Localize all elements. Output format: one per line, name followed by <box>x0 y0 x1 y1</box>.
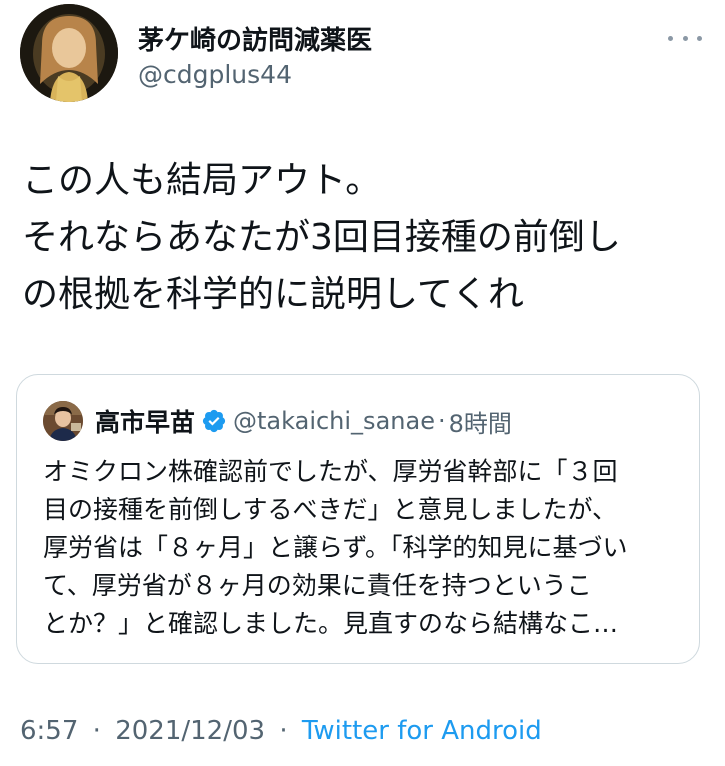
tweet-date[interactable]: 2021/12/03 <box>115 716 265 746</box>
tweet-meta: 6:57 · 2021/12/03 · Twitter for Android <box>20 716 542 746</box>
more-dot <box>682 35 688 41</box>
quoted-header: 高市早苗 @takaichi_sanae · 8時間 <box>95 404 512 438</box>
quoted-avatar-icon[interactable] <box>43 401 83 441</box>
quoted-line: 厚労省は「８ヶ月」と譲らず。「科学的知見に基づい <box>43 533 628 562</box>
more-dot <box>668 35 673 41</box>
quoted-line: て、厚労省が８ヶ月の効果に責任を持つというこ <box>43 571 592 600</box>
verified-badge-icon <box>202 409 226 433</box>
profile-avatar-icon[interactable] <box>20 4 118 102</box>
quoted-author-name[interactable]: 高市早苗 <box>95 403 195 439</box>
more-options-icon[interactable] <box>668 28 702 48</box>
quoted-timestamp[interactable]: 8時間 <box>449 404 512 439</box>
meta-separator: · <box>92 716 101 746</box>
quoted-body: オミクロン株確認前でしたが、厚労省幹部に「３回 目の接種を前倒しするべきだ」と意… <box>43 453 683 643</box>
tweet-card: 茅ケ崎の訪問減薬医 @cdgplus44 この人も結局アウト。 それならあなたが… <box>0 0 725 766</box>
quoted-author-handle[interactable]: @takaichi_sanae <box>233 407 435 435</box>
tweet-line: この人も結局アウト。 <box>22 160 382 201</box>
tweet-time[interactable]: 6:57 <box>20 716 78 746</box>
tweet-line: の根拠を科学的に説明してくれ <box>22 274 524 315</box>
quoted-line: オミクロン株確認前でしたが、厚労省幹部に「３回 <box>43 457 618 486</box>
quoted-line: 目の接種を前倒しするべきだ」と意見しましたが、 <box>43 495 618 524</box>
tweet-line: それならあなたが3回目接種の前倒し <box>22 217 621 258</box>
quoted-tweet[interactable]: 高市早苗 @takaichi_sanae · 8時間 オミクロン株確認前でしたが… <box>16 374 700 664</box>
author-handle[interactable]: @cdgplus44 <box>138 60 292 89</box>
meta-separator: · <box>279 716 288 746</box>
author-name[interactable]: 茅ケ崎の訪問減薬医 <box>138 20 372 57</box>
quoted-line: とか？」と確認しました。見直すのなら結構なこ… <box>43 609 619 638</box>
more-dot <box>697 35 702 41</box>
tweet-body: この人も結局アウト。 それならあなたが3回目接種の前倒し の根拠を科学的に説明し… <box>22 152 712 323</box>
tweet-source-link[interactable]: Twitter for Android <box>302 716 542 746</box>
quoted-separator: · <box>437 407 446 435</box>
